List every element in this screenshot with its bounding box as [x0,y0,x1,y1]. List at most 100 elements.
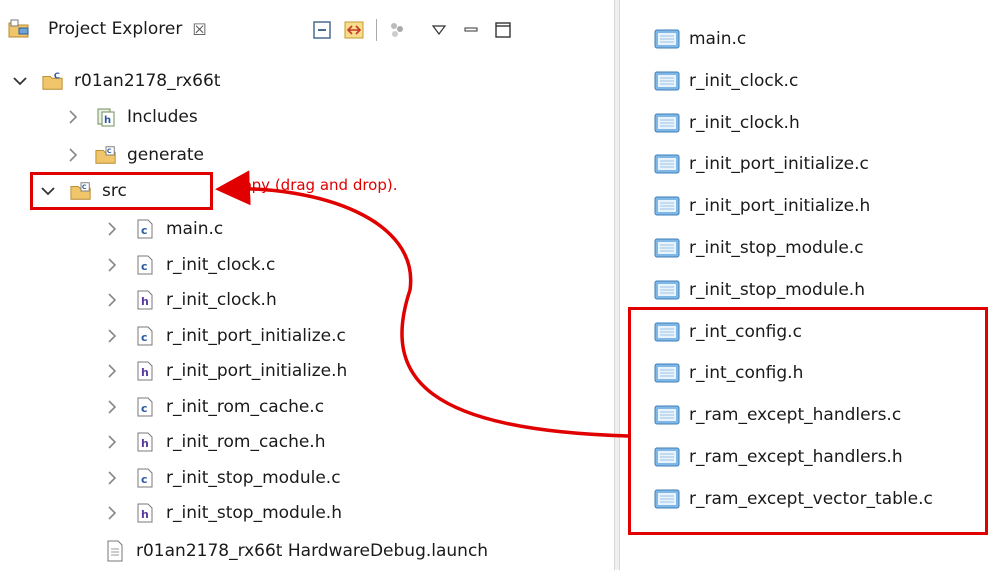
drag-drop-annotation: Copy (drag and drop). [232,176,398,194]
file-label: r_init_clock.h [166,290,277,310]
tree-item-file[interactable]: c r_init_clock.c [104,250,275,280]
svg-text:C: C [54,70,60,80]
svg-text:c: c [141,402,148,415]
svg-text:C: C [107,147,112,155]
chevron-down-icon[interactable] [12,73,28,89]
tree-item-file[interactable]: h r_init_stop_module.h [104,498,342,528]
file-label: r_init_rom_cache.h [166,432,326,452]
includes-label: Includes [127,107,198,127]
tree-item-file[interactable]: h r_init_clock.h [104,285,277,315]
text-file-icon [653,279,681,301]
text-file-icon [653,195,681,217]
tab-title: Project Explorer [48,19,183,39]
file-label: r_init_port_initialize.c [166,325,346,346]
view-tab-bar: Project Explorer ☒ [0,0,614,58]
text-file-icon [653,237,681,259]
file-list-label: r_init_port_initialize.c [689,154,869,175]
tree-item-file[interactable]: h r_init_rom_cache.h [104,427,325,457]
chevron-right-icon[interactable] [104,505,120,521]
c-source-file-icon: c [134,254,156,276]
project-explorer-panel: Project Explorer ☒ C r01an2178_rx66t h I… [0,0,614,570]
file-list-item[interactable]: r_init_clock.h [653,108,800,138]
svg-text:c: c [141,224,148,237]
file-list-item[interactable]: r_init_port_initialize.c [653,149,869,179]
minimize-icon[interactable] [459,18,483,42]
c-source-file-icon: c [134,218,156,240]
generate-label: generate [127,145,205,165]
collapse-all-icon[interactable] [310,18,334,42]
chevron-right-icon[interactable] [104,434,120,450]
file-list-item[interactable]: r_init_stop_module.c [653,233,864,263]
svg-text:h: h [141,437,149,450]
file-label: r_init_stop_module.h [166,503,342,523]
link-with-editor-icon[interactable] [342,18,366,42]
chevron-right-icon[interactable] [104,399,120,415]
chevron-right-icon[interactable] [104,363,120,379]
launch-file-label: r01an2178_rx66t HardwareDebug.launch [136,541,489,561]
tree-item-file[interactable]: c main.c [104,214,223,244]
svg-text:c: c [141,473,148,486]
file-list-item[interactable]: r_init_port_initialize.h [653,191,870,221]
header-file-icon: h [134,289,156,311]
chevron-right-icon[interactable] [65,147,81,163]
src-highlight-box [30,172,213,210]
file-list-label: r_init_stop_module.h [689,279,865,300]
file-label: r_init_port_initialize.h [166,361,348,381]
launch-file-icon [104,540,126,562]
file-label: r_init_rom_cache.c [166,396,325,417]
file-list-item[interactable]: main.c [653,24,746,54]
chevron-right-icon[interactable] [104,292,120,308]
includes-icon: h [95,106,117,128]
project-explorer-tab[interactable]: Project Explorer ☒ [8,12,207,46]
chevron-right-icon[interactable] [104,470,120,486]
tree-item-includes[interactable]: h Includes [65,102,198,132]
header-file-icon: h [134,360,156,382]
chevron-right-icon[interactable] [104,221,120,237]
file-list-label: r_init_clock.c [689,70,799,91]
svg-text:h: h [141,366,149,379]
svg-text:h: h [141,295,149,308]
file-list-label: r_init_stop_module.c [689,238,864,258]
toolbar-separator [376,19,377,41]
c-source-file-icon: c [134,325,156,347]
tree-item-file[interactable]: c r_init_rom_cache.c [104,392,324,422]
source-folder-icon: C [95,144,117,166]
maximize-icon[interactable] [491,18,515,42]
tree-item-generate[interactable]: C generate [65,140,204,170]
text-file-icon [653,70,681,92]
tree-item-launch-file[interactable]: r01an2178_rx66t HardwareDebug.launch [104,536,488,566]
file-list-label: r_init_clock.h [689,112,800,133]
file-label: r_init_stop_module.c [166,467,341,488]
file-label: r_init_clock.c [166,254,276,275]
file-list-label: main.c [689,29,747,49]
file-list-item[interactable]: r_init_stop_module.h [653,275,865,305]
tree-item-file[interactable]: h r_init_port_initialize.h [104,356,347,386]
chevron-right-icon[interactable] [104,328,120,344]
file-list-label: r_init_port_initialize.h [689,196,871,217]
view-menu-icon[interactable] [427,18,451,42]
chevron-right-icon[interactable] [65,109,81,125]
view-toolbar [310,18,523,42]
project-label: r01an2178_rx66t [74,71,221,91]
svg-text:h: h [104,115,111,126]
header-file-icon: h [134,502,156,524]
svg-text:h: h [141,508,149,521]
tree-item-file[interactable]: c r_init_stop_module.c [104,463,341,493]
file-label: main.c [166,219,224,239]
project-explorer-icon [8,18,30,40]
c-source-file-icon: c [134,467,156,489]
close-icon[interactable]: ☒ [192,20,206,39]
text-file-icon [653,112,681,134]
svg-text:c: c [141,260,148,273]
tree-item-file[interactable]: c r_init_port_initialize.c [104,321,346,351]
files-highlight-box [628,307,988,535]
c-project-icon: C [42,70,64,92]
file-list-item[interactable]: r_init_clock.c [653,66,798,96]
chevron-right-icon[interactable] [104,257,120,273]
filter-icon[interactable] [385,18,409,42]
tree-item-project[interactable]: C r01an2178_rx66t [12,66,220,96]
c-source-file-icon: c [134,396,156,418]
svg-text:c: c [141,331,148,344]
header-file-icon: h [134,431,156,453]
text-file-icon [653,28,681,50]
